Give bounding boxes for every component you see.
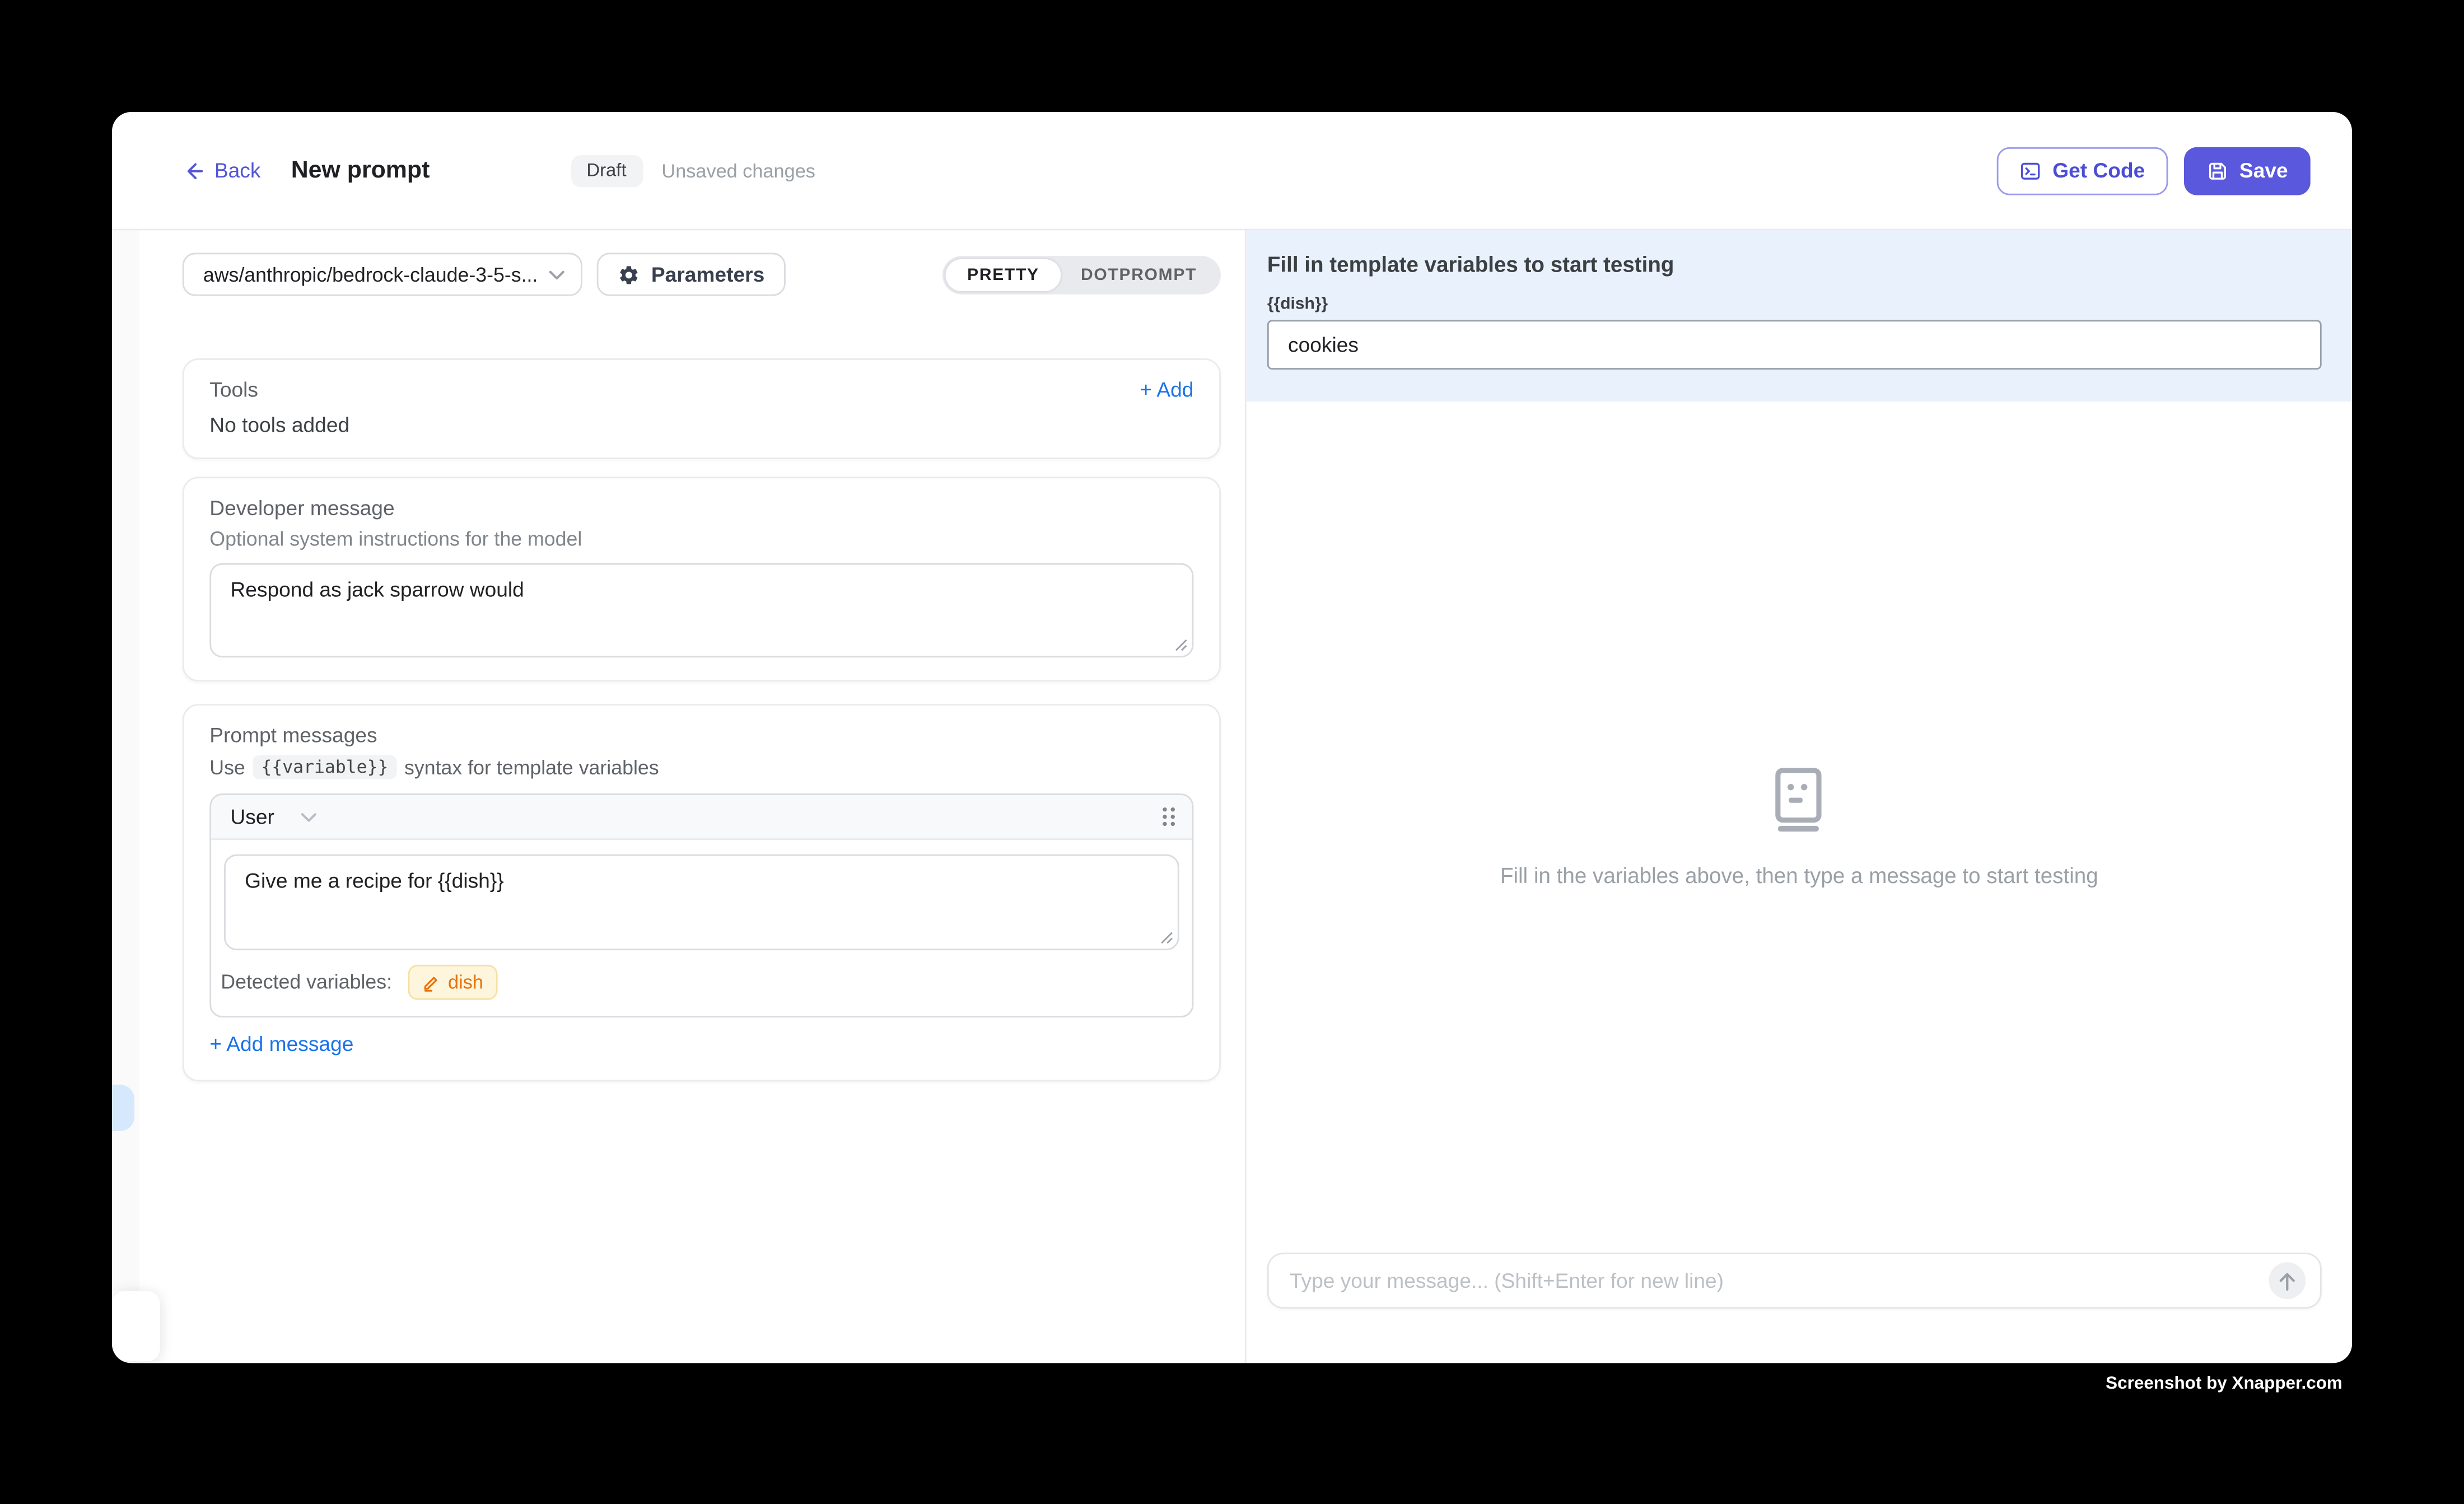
view-mode-toggle: PRETTY DOTPROMPT: [943, 255, 1221, 294]
prompt-editor-window: Back New prompt Draft Unsaved changes Ge…: [112, 112, 2352, 1363]
message-block-body: Give me a recipe for {{dish}}: [211, 840, 1192, 950]
detected-variables-label: Detected variables:: [221, 971, 392, 993]
variable-code-chip: {{variable}}: [253, 755, 396, 779]
back-arrow-icon: [183, 159, 205, 181]
developer-message-textarea[interactable]: Respond as jack sparrow would: [209, 563, 1193, 658]
variable-badge-dish[interactable]: dish: [408, 965, 498, 1000]
model-selector[interactable]: aws/anthropic/bedrock-claude-3-5-s...: [183, 253, 582, 296]
variable-syntax-hint: Use {{variable}} syntax for template var…: [209, 755, 1193, 779]
gear-icon: [618, 263, 640, 286]
save-button[interactable]: Save: [2183, 146, 2311, 194]
save-floppy-icon: [2206, 159, 2228, 181]
template-variables-section: Fill in template variables to start test…: [1247, 230, 2352, 401]
background-sidebar-selected-item: [112, 1085, 134, 1131]
hint-prefix: Use: [209, 756, 245, 778]
watermark-text: Screenshot by Xnapper.com: [0, 1374, 2342, 1393]
developer-message-textarea-wrap: Respond as jack sparrow would: [209, 563, 1193, 658]
prompt-messages-title: Prompt messages: [209, 723, 1193, 747]
chat-empty-state: Fill in the variables above, then type a…: [1500, 767, 2098, 887]
save-label: Save: [2239, 158, 2288, 183]
send-button[interactable]: [2269, 1262, 2306, 1299]
parameters-button[interactable]: Parameters: [597, 253, 786, 296]
developer-message-section: Developer message Optional system instru…: [183, 477, 1221, 681]
tools-section: Tools + Add No tools added: [183, 358, 1221, 459]
developer-message-title: Developer message: [209, 496, 1193, 520]
unsaved-changes-text: Unsaved changes: [661, 159, 815, 181]
role-value: User: [230, 805, 274, 829]
add-tool-button[interactable]: + Add: [1140, 377, 1193, 401]
model-toolbar: aws/anthropic/bedrock-claude-3-5-s...: [183, 253, 1221, 296]
parameters-label: Parameters: [651, 263, 764, 287]
variable-value-input[interactable]: [1267, 320, 2322, 370]
chat-footer: [1247, 1253, 2352, 1363]
back-label: Back: [214, 158, 261, 183]
message-block-header: User: [211, 795, 1192, 840]
role-selector[interactable]: User: [230, 805, 318, 829]
model-selector-value: aws/anthropic/bedrock-claude-3-5-s...: [203, 263, 549, 286]
tools-title: Tools: [209, 377, 258, 401]
developer-message-subtitle: Optional system instructions for the mod…: [209, 528, 1193, 550]
code-terminal-icon: [2019, 159, 2041, 181]
chat-input-container: [1267, 1253, 2322, 1309]
variables-section-title: Fill in template variables to start test…: [1267, 253, 2322, 277]
add-message-button[interactable]: + Add message: [209, 1032, 353, 1056]
screen: Back New prompt Draft Unsaved changes Ge…: [0, 0, 2464, 1504]
message-block: User: [209, 793, 1193, 1017]
status-badge: Draft: [571, 155, 642, 186]
message-textarea[interactable]: Give me a recipe for {{dish}}: [224, 854, 1179, 950]
detected-variables-row: Detected variables: dish: [211, 950, 1192, 1016]
arrow-up-icon: [2279, 1271, 2296, 1290]
chevron-down-icon: [549, 269, 565, 279]
robot-face-icon: [1775, 767, 1823, 831]
toggle-dotprompt[interactable]: DOTPROMPT: [1060, 258, 1217, 290]
background-sidebar-strip: [112, 230, 139, 1291]
back-button[interactable]: Back: [183, 158, 261, 183]
background-floating-card: [112, 1291, 160, 1362]
tools-empty-text: No tools added: [209, 413, 1193, 437]
chevron-down-icon: [301, 812, 318, 821]
drag-handle-icon[interactable]: [1161, 806, 1176, 827]
test-panel: Fill in template variables to start test…: [1247, 230, 2352, 1363]
variable-badge-name: dish: [448, 971, 483, 993]
chat-area: Fill in the variables above, then type a…: [1247, 401, 2352, 1253]
editor-panel: aws/anthropic/bedrock-claude-3-5-s...: [112, 230, 1247, 1363]
edit-pen-icon: [422, 974, 440, 991]
get-code-label: Get Code: [2052, 158, 2145, 183]
toggle-pretty[interactable]: PRETTY: [946, 258, 1060, 290]
main-area: aws/anthropic/bedrock-claude-3-5-s...: [112, 230, 2352, 1363]
chat-message-input[interactable]: [1269, 1269, 2269, 1293]
tools-section-header: Tools + Add: [209, 377, 1193, 401]
page-title: New prompt: [291, 157, 430, 184]
header: Back New prompt Draft Unsaved changes Ge…: [112, 112, 2352, 230]
variable-name-label: {{dish}}: [1267, 295, 2322, 314]
message-textarea-wrap: Give me a recipe for {{dish}}: [224, 854, 1179, 950]
chat-empty-text: Fill in the variables above, then type a…: [1500, 863, 2098, 887]
get-code-button[interactable]: Get Code: [1996, 146, 2167, 194]
hint-suffix: syntax for template variables: [404, 756, 659, 778]
prompt-messages-section: Prompt messages Use {{variable}} syntax …: [183, 704, 1221, 1081]
